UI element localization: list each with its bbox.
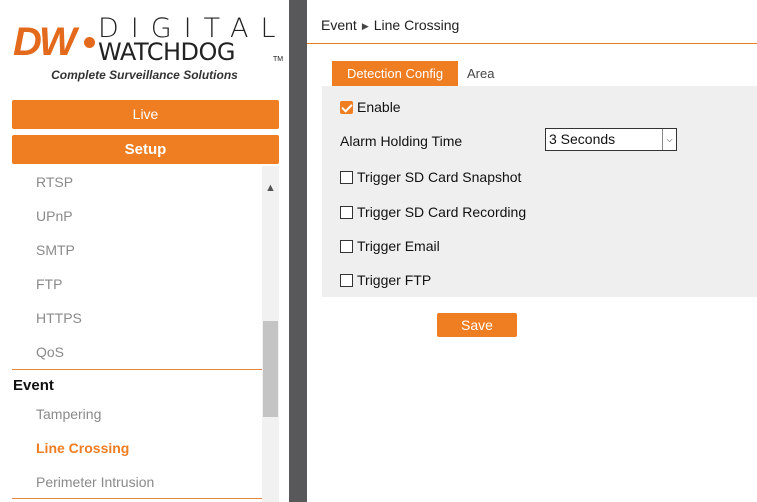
detection-config-panel: Enable Alarm Holding Time 3 Seconds ⌵ Tr… <box>322 86 757 297</box>
menu-separator <box>12 369 262 370</box>
ftp-label: Trigger FTP <box>357 272 432 288</box>
menu-item-rtsp[interactable]: RTSP <box>36 174 73 190</box>
main-content: Event ▶ Line Crossing Detection Config Are… <box>307 0 757 502</box>
menu-item-upnp[interactable]: UPnP <box>36 208 73 224</box>
scrollbar-thumb[interactable] <box>263 321 278 417</box>
enable-checkbox[interactable] <box>340 100 353 114</box>
alarm-holding-label: Alarm Holding Time <box>340 133 463 149</box>
recording-label: Trigger SD Card Recording <box>357 204 527 220</box>
enable-row: Enable <box>340 99 401 115</box>
breadcrumb: Event ▶ Line Crossing <box>321 17 459 33</box>
enable-label: Enable <box>357 99 401 115</box>
chevron-down-icon[interactable]: ⌵ <box>662 129 676 150</box>
email-checkbox[interactable] <box>340 239 353 253</box>
menu-item-qos[interactable]: QoS <box>36 344 64 360</box>
ftp-row: Trigger FTP <box>340 272 431 288</box>
alarm-holding-value: 3 Seconds <box>549 131 616 147</box>
panel-divider <box>289 0 307 502</box>
snapshot-label: Trigger SD Card Snapshot <box>357 169 522 185</box>
menu-item-perimeter-intrusion[interactable]: Perimeter Intrusion <box>36 474 154 490</box>
breadcrumb-underline <box>307 43 757 44</box>
logo-dot <box>84 37 95 48</box>
snapshot-row: Trigger SD Card Snapshot <box>340 169 521 185</box>
breadcrumb-page: Line Crossing <box>373 17 460 33</box>
menu-item-smtp[interactable]: SMTP <box>36 242 75 258</box>
logo-trademark: TM <box>273 56 284 63</box>
setup-button[interactable]: Setup <box>12 135 279 164</box>
email-row: Trigger Email <box>340 238 440 254</box>
menu-item-ftp[interactable]: FTP <box>36 276 62 292</box>
tab-area[interactable]: Area <box>467 61 494 86</box>
menu-separator <box>12 498 262 499</box>
ftp-checkbox[interactable] <box>340 273 353 287</box>
tab-detection-config[interactable]: Detection Config <box>332 61 458 86</box>
live-button[interactable]: Live <box>12 100 279 129</box>
recording-checkbox[interactable] <box>340 205 353 219</box>
recording-row: Trigger SD Card Recording <box>340 204 526 220</box>
brand-logo: DW DIGITAL WATCHDOG TM Complete Surveill… <box>0 0 289 92</box>
breadcrumb-section: Event <box>321 17 357 33</box>
alarm-holding-row: Alarm Holding Time <box>340 133 462 149</box>
menu-item-https[interactable]: HTTPS <box>36 310 82 326</box>
menu-section-event: Event <box>13 377 54 394</box>
logo-mark: DW <box>13 20 77 64</box>
chevron-up-icon[interactable]: ▲ <box>262 180 279 196</box>
snapshot-checkbox[interactable] <box>340 170 353 184</box>
save-button[interactable]: Save <box>437 313 517 337</box>
email-label: Trigger Email <box>357 238 440 254</box>
breadcrumb-arrow-icon: ▶ <box>361 21 369 31</box>
menu-scrollbar[interactable]: ▲ <box>262 166 279 502</box>
logo-tagline: Complete Surveillance Solutions <box>51 68 238 82</box>
logo-name-line2: WATCHDOG <box>98 38 236 66</box>
alarm-holding-select[interactable]: 3 Seconds ⌵ <box>545 128 677 151</box>
menu-item-line-crossing[interactable]: Line Crossing <box>36 440 129 456</box>
setup-menu-list: RTSP UPnP SMTP FTP HTTPS QoS Event Tampe… <box>0 166 262 502</box>
sidebar: DW DIGITAL WATCHDOG TM Complete Surveill… <box>0 0 289 502</box>
menu-item-tampering[interactable]: Tampering <box>36 406 101 422</box>
